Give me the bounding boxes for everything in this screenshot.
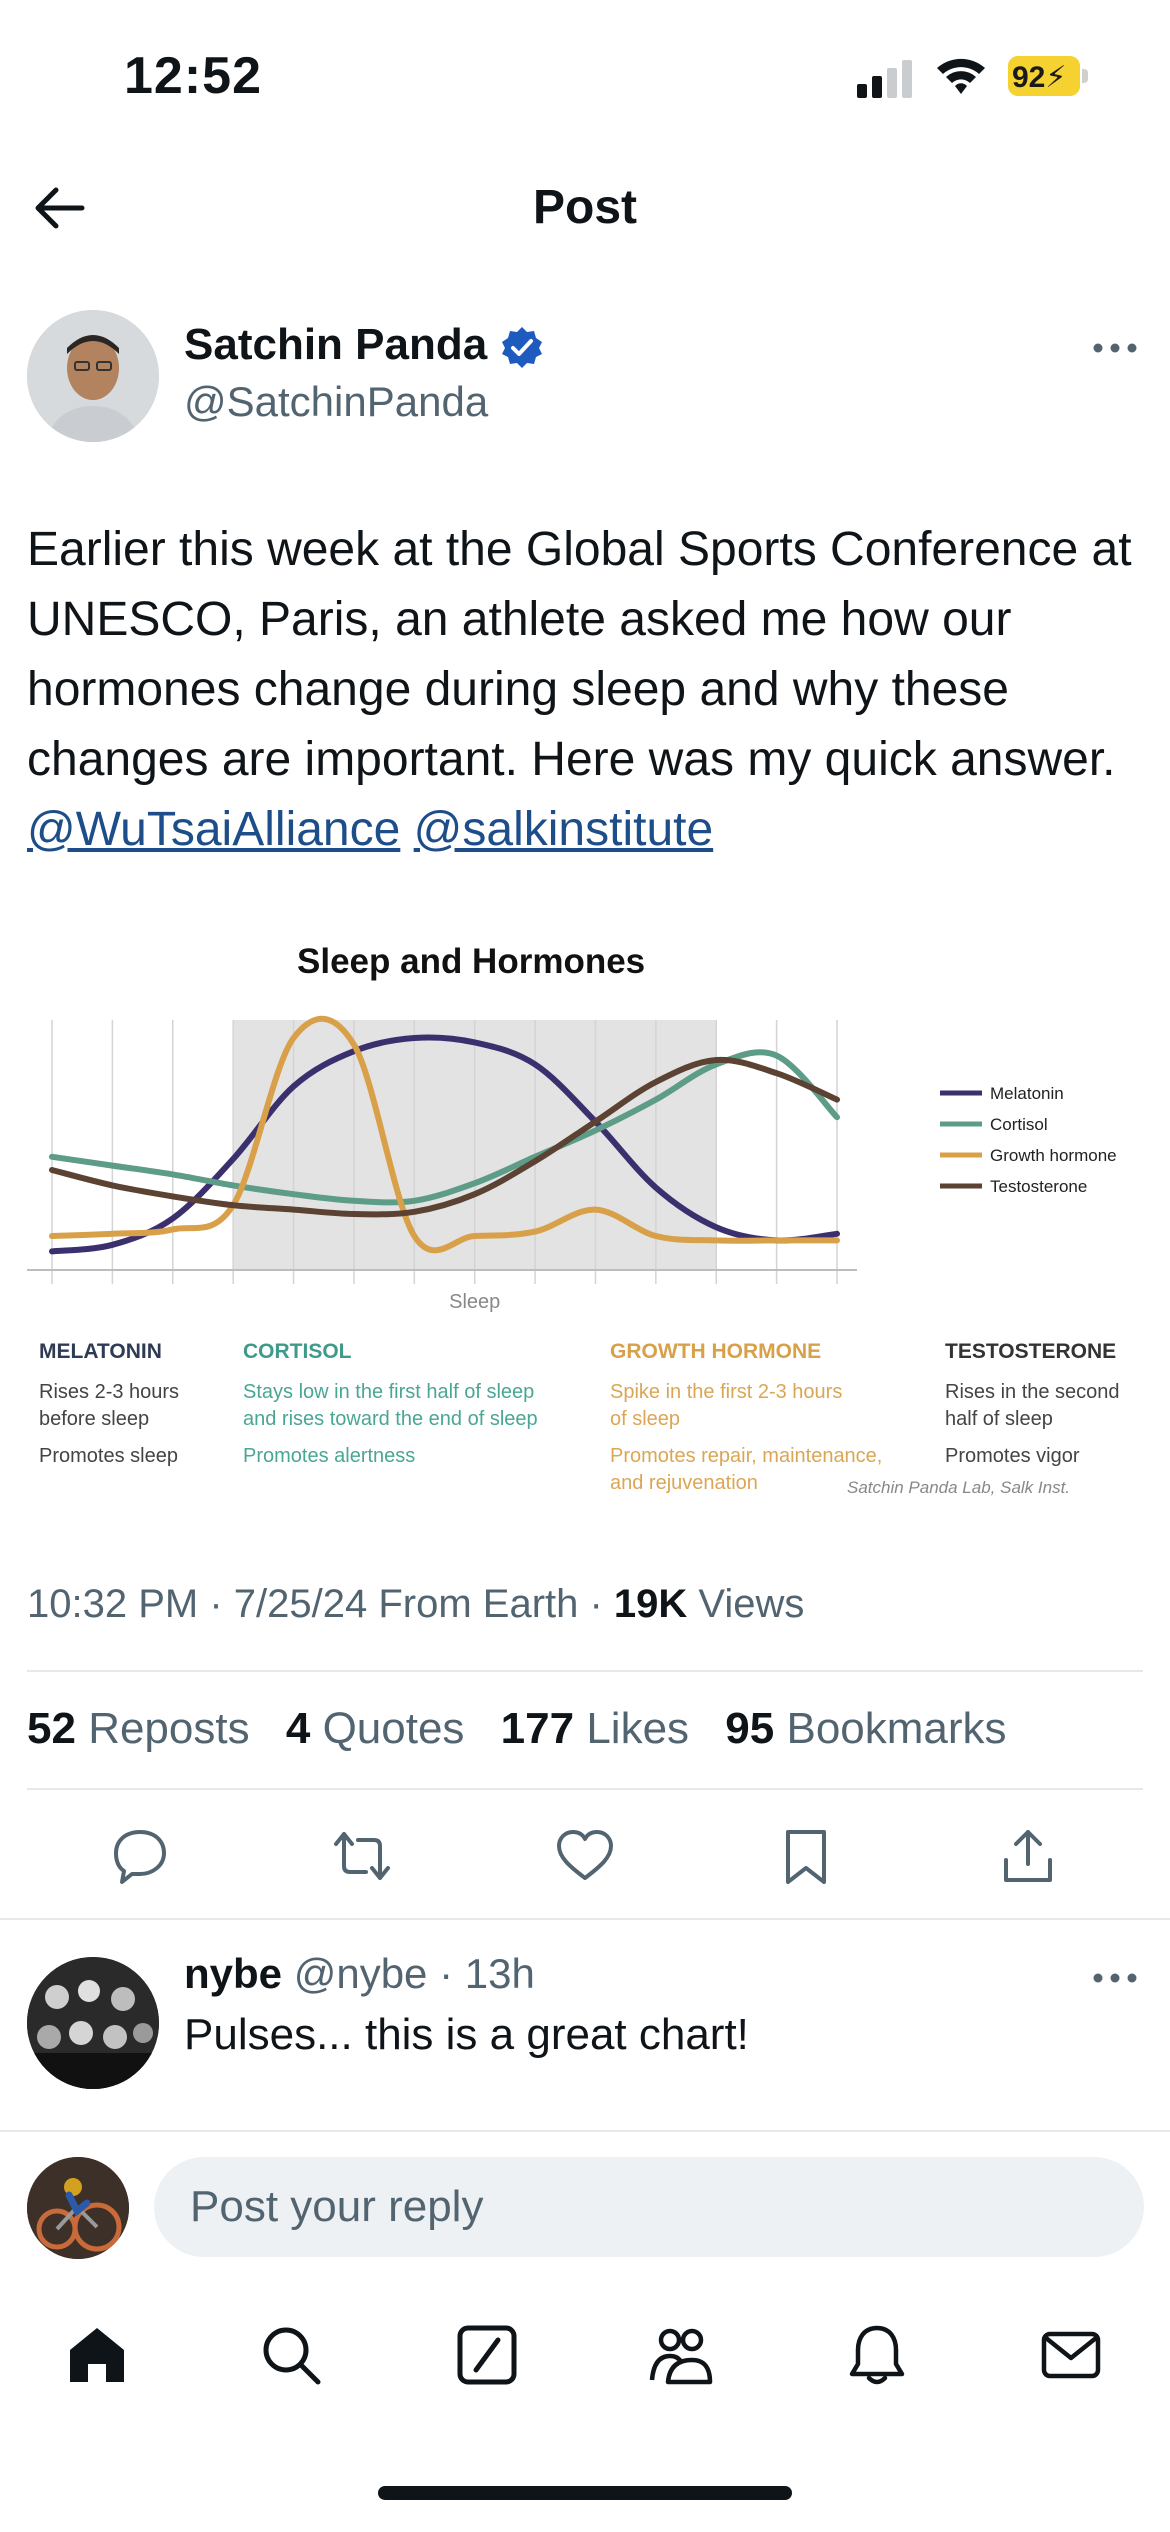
desc-testosterone: TESTOSTERONE Rises in the second half of…	[945, 1338, 1145, 1480]
likes-stat[interactable]: 177 Likes	[501, 1704, 689, 1753]
views-count: 19K	[613, 1582, 688, 1626]
views-label: Views	[687, 1582, 805, 1626]
post-meta: 10:32 PM · 7/25/24 From Earth · 19K View…	[27, 1582, 804, 1627]
share-icon[interactable]	[998, 1826, 1058, 1886]
desc-title: CORTISOL	[243, 1340, 352, 1363]
divider	[27, 1788, 1143, 1790]
divider	[0, 1918, 1170, 1920]
bookmarks-stat[interactable]: 95 Bookmarks	[725, 1704, 1006, 1753]
status-bar: 12:52 92⚡	[0, 0, 1170, 150]
desc-title: TESTOSTERONE	[945, 1340, 1117, 1363]
like-heart-icon[interactable]	[555, 1826, 615, 1886]
post-text: Earlier this week at the Global Sports C…	[27, 515, 1147, 865]
mention-link[interactable]: @salkinstitute	[414, 803, 714, 856]
wifi-icon	[937, 58, 985, 94]
desc-line: Rises in the second half of sleep	[945, 1381, 1120, 1430]
desc-title: GROWTH HORMONE	[610, 1340, 822, 1363]
reply-time: · 13h	[427, 1950, 535, 1997]
reply-avatar[interactable]	[27, 1957, 159, 2089]
repost-icon[interactable]	[332, 1826, 392, 1886]
desc-melatonin: MELATONIN Rises 2-3 hours before sleep P…	[39, 1338, 239, 1480]
desc-line: Promotes vigor	[945, 1445, 1080, 1467]
bookmark-icon[interactable]	[776, 1826, 836, 1886]
chart-credit: Satchin Panda Lab, Salk Inst.	[847, 1478, 1071, 1497]
battery-icon: 92⚡	[1008, 56, 1090, 96]
quotes-stat[interactable]: 4 Quotes	[286, 1704, 465, 1753]
author-name[interactable]: Satchin Panda	[184, 320, 487, 370]
mention-link[interactable]: @WuTsaiAlliance	[27, 803, 400, 856]
reply-input[interactable]	[154, 2157, 1144, 2257]
desc-cortisol: CORTISOL Stays low in the first half of …	[243, 1338, 603, 1480]
post-timestamp: 10:32 PM · 7/25/24 From Earth ·	[27, 1582, 614, 1626]
desc-title: MELATONIN	[39, 1340, 162, 1363]
bottom-nav	[0, 2300, 1170, 2420]
battery-level: 92⚡	[1012, 61, 1067, 94]
divider	[0, 2130, 1170, 2132]
legend-label: Growth hormone	[990, 1146, 1117, 1165]
reply-author: nybe @nybe · 13h	[184, 1950, 535, 1998]
more-options-icon[interactable]	[1090, 1958, 1140, 1998]
cellular-signal-icon	[857, 60, 912, 98]
desc-line: Promotes alertness	[243, 1445, 416, 1467]
reply-icon[interactable]	[110, 1826, 170, 1886]
reposts-stat[interactable]: 52 Reposts	[27, 1704, 250, 1753]
author-handle[interactable]: @SatchinPanda	[184, 378, 488, 426]
desc-line: Rises 2-3 hours before sleep	[39, 1381, 180, 1430]
reply-handle[interactable]: @nybe	[294, 1950, 428, 1997]
reply-name[interactable]: nybe	[184, 1950, 282, 1997]
author-avatar[interactable]	[27, 310, 159, 442]
verified-badge-icon	[502, 327, 542, 368]
notifications-icon[interactable]	[842, 2320, 912, 2390]
home-indicator	[378, 2486, 792, 2500]
divider	[27, 1670, 1143, 1672]
post-header: Post	[0, 150, 1170, 270]
home-icon[interactable]	[62, 2320, 132, 2390]
desc-line: Promotes sleep	[39, 1445, 178, 1467]
post-body: Earlier this week at the Global Sports C…	[27, 523, 1132, 786]
search-icon[interactable]	[256, 2320, 326, 2390]
post-image-chart[interactable]: Sleep Melatonin Cortisol Growth hormone Test…	[27, 918, 1147, 1518]
reply-text: Pulses... this is a great chart!	[184, 2010, 749, 2059]
my-avatar[interactable]	[27, 2157, 129, 2259]
desc-line: Spike in the first 2-3 hours of sleep	[610, 1381, 843, 1430]
messages-icon[interactable]	[1036, 2320, 1106, 2390]
communities-icon[interactable]	[646, 2320, 716, 2390]
post-stats: 52 Reposts 4 Quotes 177 Likes 95 Bookmar…	[27, 1704, 1031, 1754]
action-bar	[0, 1812, 1170, 1902]
page-title: Post	[532, 181, 637, 234]
legend-label: Cortisol	[990, 1115, 1048, 1134]
chart-title: Sleep and Hormones	[297, 942, 646, 981]
legend-label: Melatonin	[990, 1084, 1064, 1103]
grok-icon[interactable]	[452, 2320, 522, 2390]
x-axis-label: Sleep	[449, 1291, 500, 1313]
legend-label: Testosterone	[990, 1177, 1087, 1196]
desc-line: Stays low in the first half of sleep and…	[243, 1381, 538, 1430]
status-time: 12:52	[124, 47, 262, 105]
more-options-icon[interactable]	[1090, 328, 1140, 368]
